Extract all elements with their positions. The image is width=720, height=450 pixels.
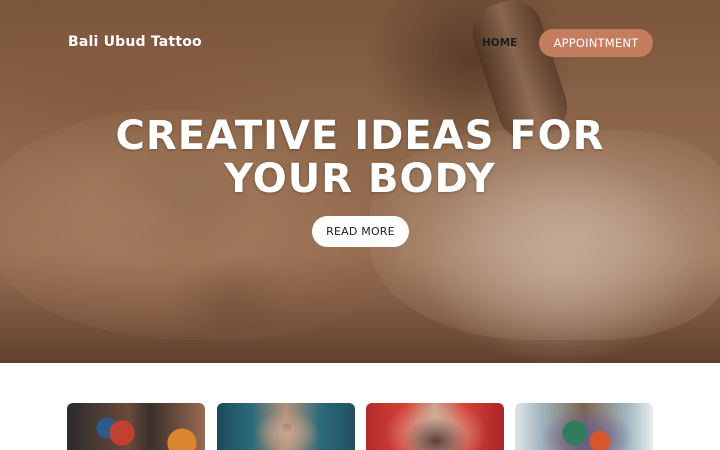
gallery-row: [0, 403, 720, 450]
gallery-thumbnail[interactable]: [366, 403, 504, 450]
hero-headline-line-2: YOUR BODY: [224, 156, 496, 202]
gallery-thumbnail[interactable]: [515, 403, 653, 450]
gallery-thumbnail[interactable]: [67, 403, 205, 450]
site-logo[interactable]: Bali Ubud Tattoo: [68, 34, 202, 50]
nav-link-home[interactable]: HOME: [482, 37, 517, 49]
read-more-button[interactable]: READ MORE: [312, 216, 409, 247]
appointment-button[interactable]: APPOINTMENT: [539, 29, 653, 57]
gallery-thumbnail[interactable]: [217, 403, 355, 450]
hero-headline: CREATIVE IDEAS FOR YOUR BODY: [0, 115, 720, 201]
hero-headline-line-1: CREATIVE IDEAS FOR: [115, 113, 605, 159]
